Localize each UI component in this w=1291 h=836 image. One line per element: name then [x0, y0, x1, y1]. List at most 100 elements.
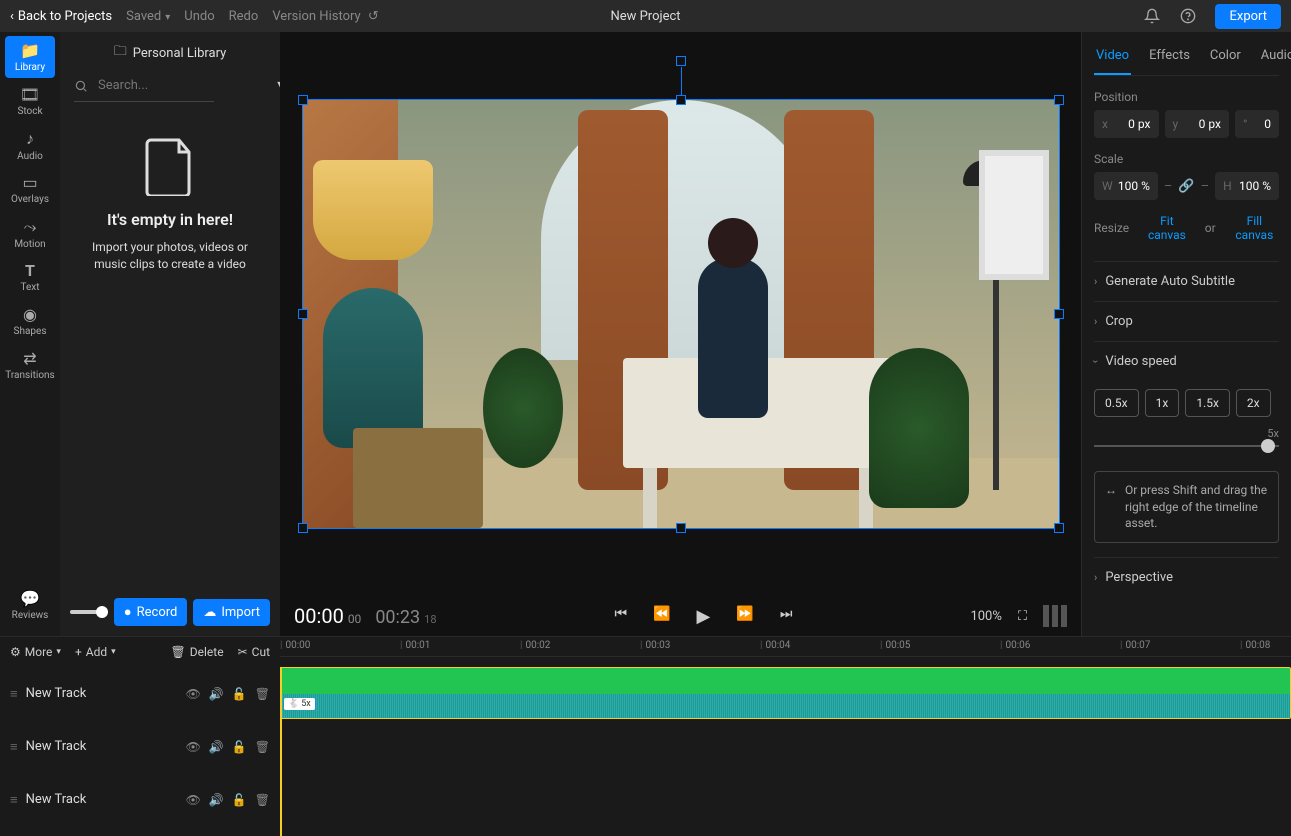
- timeline-content[interactable]: 🐇5x: [280, 667, 1291, 836]
- file-icon: [145, 138, 195, 196]
- section-video-speed[interactable]: ›Video speed: [1094, 341, 1279, 381]
- visibility-icon[interactable]: 👁: [186, 793, 201, 807]
- video-clip[interactable]: 🐇5x: [280, 667, 1291, 719]
- audio-levels: [1043, 605, 1067, 627]
- speed-1-5x-button[interactable]: 1.5x: [1185, 389, 1230, 417]
- mute-icon[interactable]: 🔊: [209, 687, 224, 701]
- duration-frames: 18: [424, 613, 436, 626]
- library-empty-state: It's empty in here! Import your photos, …: [70, 118, 270, 590]
- drag-handle-icon[interactable]: ≡: [10, 739, 18, 755]
- timeline-more-button[interactable]: ⚙More▾: [10, 645, 61, 659]
- thumbnail-zoom-slider[interactable]: [70, 610, 108, 614]
- visibility-icon[interactable]: 👁: [186, 687, 201, 701]
- drag-handle-icon[interactable]: ≡: [10, 792, 18, 808]
- skip-end-button[interactable]: ⏭: [780, 606, 793, 627]
- delete-track-icon[interactable]: 🗑: [255, 687, 270, 701]
- fullscreen-icon[interactable]: ⛶: [1018, 609, 1027, 624]
- delete-track-icon[interactable]: 🗑: [255, 793, 270, 807]
- speed-2x-button[interactable]: 2x: [1236, 389, 1271, 417]
- mute-icon[interactable]: 🔊: [209, 793, 224, 807]
- section-auto-subtitle[interactable]: ›Generate Auto Subtitle: [1094, 261, 1279, 301]
- position-y-input[interactable]: y0 px: [1165, 110, 1230, 138]
- shapes-icon: ◉: [23, 305, 37, 324]
- zoom-level[interactable]: 100%: [970, 609, 1001, 624]
- timeline-cut-button[interactable]: ✂Cut: [238, 645, 270, 659]
- sidebar-item-motion[interactable]: ⤳Motion: [5, 212, 55, 254]
- section-crop[interactable]: ›Crop: [1094, 301, 1279, 341]
- position-x-input[interactable]: x0 px: [1094, 110, 1159, 138]
- sidebar-item-text[interactable]: TText: [5, 256, 55, 298]
- timeline-ruler[interactable]: 00:00 00:01 00:02 00:03 00:04 00:05 00:0…: [280, 637, 1291, 657]
- visibility-icon[interactable]: 👁: [186, 740, 201, 754]
- playhead[interactable]: [280, 667, 282, 836]
- delete-track-icon[interactable]: 🗑: [255, 740, 270, 754]
- slider-handle[interactable]: [1261, 439, 1275, 453]
- import-button[interactable]: ☁Import: [193, 599, 270, 626]
- track-name[interactable]: New Track: [26, 792, 87, 807]
- chevron-left-icon: ‹: [10, 9, 14, 24]
- sidebar-item-stock[interactable]: 🎞Stock: [5, 80, 55, 122]
- mute-icon[interactable]: 🔊: [209, 740, 224, 754]
- lock-icon[interactable]: 🔓: [232, 740, 247, 754]
- timeline-delete-button[interactable]: 🗑Delete: [171, 645, 224, 659]
- fast-forward-button[interactable]: ⏩: [736, 606, 753, 627]
- sidebar-item-reviews[interactable]: 💬Reviews: [5, 584, 55, 626]
- selected-clip-frame[interactable]: [302, 99, 1060, 529]
- speed-1x-button[interactable]: 1x: [1145, 389, 1180, 417]
- speed-max-label: 5x: [1267, 427, 1279, 440]
- tab-video[interactable]: Video: [1094, 42, 1131, 75]
- sidebar-label: Reviews: [12, 610, 49, 621]
- ruler-tick: 00:02: [520, 640, 550, 651]
- tab-color[interactable]: Color: [1208, 42, 1243, 75]
- scale-height-input[interactable]: H100 %: [1215, 172, 1279, 200]
- section-perspective[interactable]: ›Perspective: [1094, 557, 1279, 597]
- tab-audio[interactable]: Audio: [1259, 42, 1291, 75]
- play-button[interactable]: ▶: [697, 606, 711, 627]
- saved-status-dropdown[interactable]: Saved: [126, 9, 170, 24]
- lock-icon[interactable]: 🔓: [232, 793, 247, 807]
- track-name[interactable]: New Track: [26, 739, 87, 754]
- library-header[interactable]: 🗀 Personal Library: [70, 42, 270, 64]
- library-search-input[interactable]: [94, 74, 268, 97]
- skip-start-button[interactable]: ⏮: [615, 606, 628, 627]
- speed-slider[interactable]: 5x: [1094, 431, 1279, 455]
- lock-icon[interactable]: 🔓: [232, 687, 247, 701]
- redo-button[interactable]: Redo: [229, 9, 259, 24]
- help-icon[interactable]: [1179, 7, 1197, 25]
- ruler-tick: 00:07: [1120, 640, 1150, 651]
- timeline-add-button[interactable]: +Add▾: [75, 645, 116, 659]
- export-button[interactable]: Export: [1215, 4, 1281, 29]
- rewind-button[interactable]: ⏪: [653, 606, 670, 627]
- back-to-projects-button[interactable]: ‹ Back to Projects: [10, 9, 112, 24]
- scale-width-input[interactable]: W100 %: [1094, 172, 1158, 200]
- record-button[interactable]: ●Record: [114, 598, 188, 626]
- section-label: Video speed: [1105, 354, 1176, 369]
- record-label: Record: [137, 605, 178, 620]
- fit-canvas-button[interactable]: Fit canvas: [1143, 214, 1191, 243]
- sidebar-item-audio[interactable]: ♪Audio: [5, 124, 55, 166]
- sidebar-item-library[interactable]: 📁Library: [5, 36, 55, 78]
- library-title: Personal Library: [133, 46, 227, 61]
- link-scale-icon[interactable]: 🔗: [1178, 179, 1194, 194]
- fill-canvas-button[interactable]: Fill canvas: [1230, 214, 1279, 243]
- preview-viewport[interactable]: [280, 32, 1081, 596]
- tool-sidebar: 📁Library 🎞Stock ♪Audio ▭Overlays ⤳Motion…: [0, 32, 60, 636]
- speed-0-5x-button[interactable]: 0.5x: [1094, 389, 1139, 417]
- rotation-input[interactable]: °0: [1235, 110, 1279, 138]
- overlay-icon: ▭: [22, 173, 37, 192]
- tab-effects[interactable]: Effects: [1147, 42, 1192, 75]
- sidebar-item-transitions[interactable]: ⇄Transitions: [5, 344, 55, 386]
- cloud-upload-icon: ☁: [203, 605, 216, 620]
- rotation-handle[interactable]: [676, 56, 686, 66]
- chevron-right-icon: ›: [1094, 275, 1097, 288]
- sidebar-item-overlays[interactable]: ▭Overlays: [5, 168, 55, 210]
- version-history-button[interactable]: Version History ↺: [272, 9, 378, 24]
- timeline-toolbar: ⚙More▾ +Add▾ 🗑Delete ✂Cut: [0, 637, 280, 667]
- drag-handle-icon[interactable]: ≡: [10, 686, 18, 702]
- notifications-icon[interactable]: [1143, 7, 1161, 25]
- track-name[interactable]: New Track: [26, 686, 87, 701]
- sidebar-item-shapes[interactable]: ◉Shapes: [5, 300, 55, 342]
- track-header: ≡ New Track 👁 🔊 🔓 🗑: [0, 720, 280, 773]
- project-title[interactable]: New Project: [434, 9, 858, 24]
- undo-button[interactable]: Undo: [184, 9, 214, 24]
